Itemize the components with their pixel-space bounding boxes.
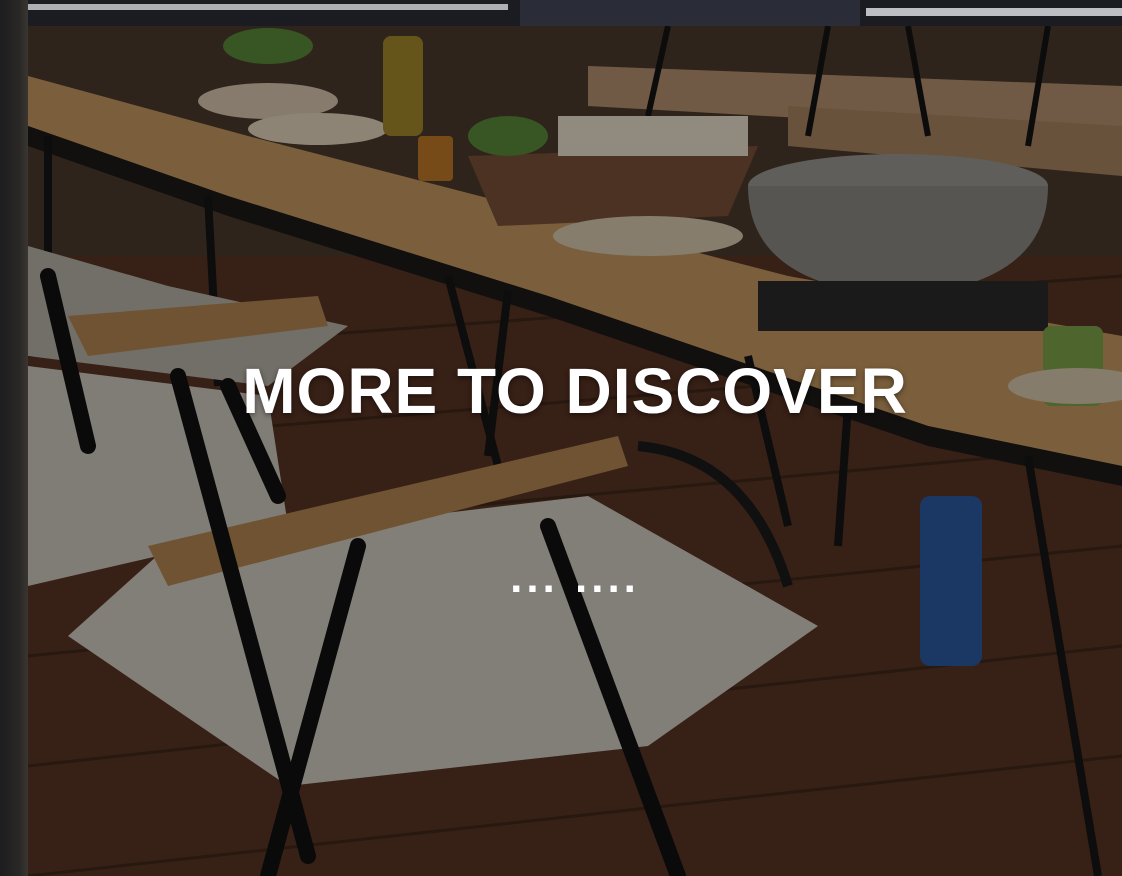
hero-banner[interactable]: MORE TO DISCOVER ... ....	[28, 26, 1122, 876]
top-edge-strip	[28, 0, 1122, 26]
hero-dark-overlay	[28, 26, 1122, 876]
top-strip-bar-middle	[520, 0, 860, 26]
hero-headline: MORE TO DISCOVER	[242, 355, 908, 427]
loading-indicator: ... ....	[510, 553, 640, 602]
top-strip-bar-left	[28, 4, 508, 10]
top-strip-bar-right	[866, 8, 1122, 16]
left-edge-strip	[0, 0, 28, 876]
page-frame: MORE TO DISCOVER ... ....	[0, 0, 1122, 876]
